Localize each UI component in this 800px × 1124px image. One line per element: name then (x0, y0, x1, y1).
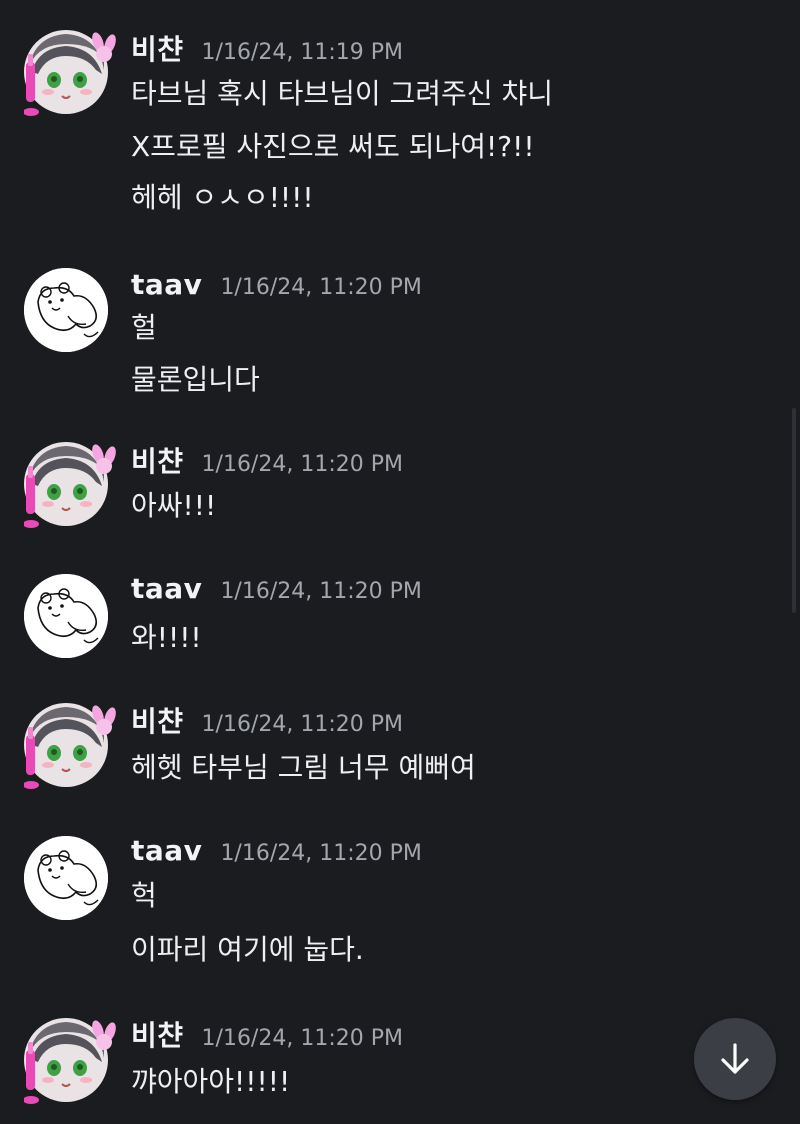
message-text: 아싸!!! (131, 489, 217, 522)
timestamp: 1/16/24, 11:19 PM (201, 40, 403, 65)
anime-girl-bunny-avatar-icon (24, 703, 116, 789)
timestamp: 1/16/24, 11:20 PM (201, 452, 403, 477)
message-text: 헤헷 타부님 그림 너무 예뻐여 (131, 751, 476, 784)
anime-girl-bunny-avatar-icon (24, 30, 116, 116)
bear-sketch-avatar-icon (24, 836, 108, 920)
arrow-down-icon (721, 1043, 749, 1074)
username[interactable]: taav (131, 572, 202, 605)
username[interactable]: 비챤 (131, 28, 184, 68)
avatar-taav[interactable] (24, 836, 108, 920)
message-text: 꺄아아아!!!!! (131, 1065, 291, 1098)
avatar-bichan[interactable] (24, 703, 116, 789)
timestamp: 1/16/24, 11:20 PM (220, 275, 422, 300)
message-text: 와!!!! (131, 621, 202, 654)
bear-sketch-avatar-icon (24, 574, 108, 658)
scrollbar[interactable] (792, 408, 796, 613)
message-text: 헐 (131, 311, 157, 344)
message-text: X프로필 사진으로 써도 되나여!?!! (131, 130, 535, 163)
chat-message-list[interactable]: 비챤 1/16/24, 11:19 PM 타브님 혹시 타브님이 그려주신 챠니… (0, 0, 800, 1124)
anime-girl-bunny-avatar-icon (24, 442, 116, 528)
message-text: 이파리 여기에 눕다. (131, 933, 364, 966)
timestamp: 1/16/24, 11:20 PM (220, 579, 422, 604)
timestamp: 1/16/24, 11:20 PM (220, 841, 422, 866)
message-text: 헤헤 ㅇㅅㅇ!!!! (131, 181, 314, 214)
avatar-taav[interactable] (24, 268, 108, 352)
username[interactable]: 비챤 (131, 1014, 184, 1054)
timestamp: 1/16/24, 11:20 PM (201, 712, 403, 737)
message-text: 타브님 혹시 타브님이 그려주신 챠니 (131, 77, 554, 110)
message-text: 헉 (131, 879, 157, 912)
jump-to-bottom-button[interactable] (694, 1018, 776, 1100)
message-text: 물론입니다 (131, 363, 260, 396)
timestamp: 1/16/24, 11:20 PM (201, 1026, 403, 1051)
avatar-bichan[interactable] (24, 442, 116, 528)
anime-girl-bunny-avatar-icon (24, 1018, 116, 1104)
bear-sketch-avatar-icon (24, 268, 108, 352)
username[interactable]: taav (131, 268, 202, 301)
username[interactable]: 비챤 (131, 700, 184, 740)
username[interactable]: taav (131, 834, 202, 867)
avatar-taav[interactable] (24, 574, 108, 658)
avatar-bichan[interactable] (24, 30, 116, 116)
username[interactable]: 비챤 (131, 440, 184, 480)
avatar-bichan[interactable] (24, 1018, 116, 1104)
